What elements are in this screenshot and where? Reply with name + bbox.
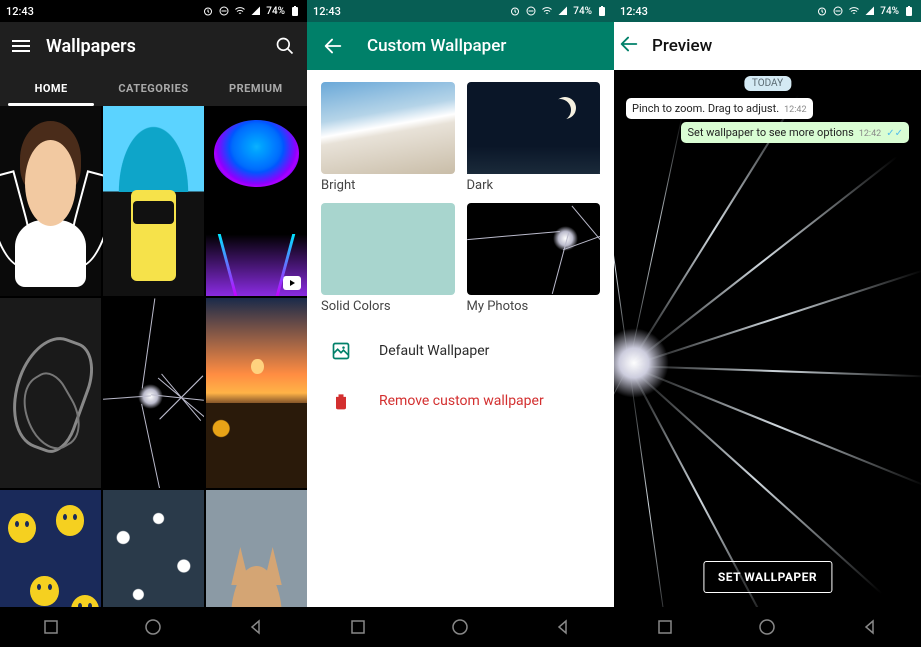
row-label: Default Wallpaper	[379, 343, 489, 359]
option-label: Solid Colors	[321, 299, 455, 314]
video-badge-icon	[283, 276, 301, 290]
wallpaper-thumb[interactable]	[103, 298, 204, 488]
option-label: My Photos	[467, 299, 601, 314]
message-text: Pinch to zoom. Drag to adjust.	[632, 102, 779, 115]
wallpaper-thumb[interactable]	[206, 490, 307, 607]
wallpaper-thumb[interactable]	[103, 106, 204, 296]
status-bar: 12:43 74%	[614, 0, 921, 22]
arrow-left-icon	[618, 33, 640, 55]
trash-icon	[331, 391, 351, 411]
nav-home-button[interactable]	[440, 615, 480, 639]
alarm-icon	[816, 5, 828, 17]
battery-percent: 74%	[573, 6, 592, 17]
nav-recent-button[interactable]	[338, 615, 378, 639]
battery-icon	[903, 5, 915, 17]
chat-bubble-incoming: Pinch to zoom. Drag to adjust. 12:42	[626, 98, 813, 119]
dnd-icon	[832, 5, 844, 17]
wifi-icon	[848, 5, 860, 17]
nav-back-button[interactable]	[236, 615, 276, 639]
nav-bar	[0, 607, 307, 647]
wallpaper-thumb[interactable]	[0, 106, 101, 296]
screen-title: Preview	[652, 36, 712, 56]
wallpaper-thumb[interactable]	[206, 106, 307, 296]
bright-preview	[321, 82, 455, 174]
back-button[interactable]	[618, 33, 640, 59]
status-time: 12:43	[6, 5, 34, 18]
option-label: Bright	[321, 178, 455, 193]
arrow-left-icon	[322, 35, 344, 57]
nav-recent-button[interactable]	[645, 615, 685, 639]
search-icon[interactable]	[275, 36, 295, 56]
tab-bar: HOME CATEGORIES PREMIUM	[0, 70, 307, 106]
status-icons: 74%	[202, 5, 301, 17]
remove-wallpaper-row[interactable]: Remove custom wallpaper	[307, 376, 614, 426]
option-dark[interactable]: Dark	[467, 82, 601, 193]
alarm-icon	[509, 5, 521, 17]
option-label: Dark	[467, 178, 601, 193]
status-time: 12:43	[313, 5, 341, 18]
tab-home[interactable]: HOME	[0, 70, 102, 106]
status-icons: 74%	[816, 5, 915, 17]
solid-preview	[321, 203, 455, 295]
option-bright[interactable]: Bright	[321, 82, 455, 193]
message-time: 12:42	[859, 129, 881, 139]
nav-home-button[interactable]	[133, 615, 173, 639]
status-icons: 74%	[509, 5, 608, 17]
nav-home-button[interactable]	[747, 615, 787, 639]
alarm-icon	[202, 5, 214, 17]
signal-icon	[864, 5, 876, 17]
wallpaper-thumb[interactable]	[0, 490, 101, 607]
default-wallpaper-row[interactable]: Default Wallpaper	[307, 326, 614, 376]
app-title: Wallpapers	[46, 36, 136, 57]
date-pill: TODAY	[744, 76, 791, 91]
dnd-icon	[525, 5, 537, 17]
nav-bar	[307, 607, 614, 647]
app-bar: Wallpapers	[0, 22, 307, 70]
screen-custom-wallpaper: 12:43 74% Custom Wallpaper Bright Dark S…	[307, 0, 614, 647]
message-text: Set wallpaper to see more options	[687, 126, 853, 139]
message-time: 12:42	[784, 105, 806, 115]
nav-bar	[614, 607, 921, 647]
battery-icon	[289, 5, 301, 17]
nav-back-button[interactable]	[850, 615, 890, 639]
tab-categories[interactable]: CATEGORIES	[102, 70, 204, 106]
battery-percent: 74%	[266, 6, 285, 17]
wallpaper-thumb[interactable]	[0, 298, 101, 488]
wallpaper-thumb[interactable]	[206, 298, 307, 488]
wallpaper-thumb[interactable]	[103, 490, 204, 607]
cracked-glass-wallpaper	[614, 70, 921, 607]
status-bar: 12:43 74%	[307, 0, 614, 22]
screen-preview: 12:43 74% Preview	[614, 0, 921, 647]
screen-wallpapers-app: 12:43 74% Wallpapers HOME CATEGORIES PRE…	[0, 0, 307, 647]
wifi-icon	[234, 5, 246, 17]
menu-button[interactable]	[12, 37, 30, 55]
tab-premium[interactable]: PREMIUM	[205, 70, 307, 106]
photos-preview	[467, 203, 601, 295]
status-time: 12:43	[620, 5, 648, 18]
dark-preview	[467, 82, 601, 174]
wallpaper-preview-area[interactable]: TODAY Pinch to zoom. Drag to adjust. 12:…	[614, 70, 921, 607]
back-button[interactable]	[311, 24, 355, 68]
status-bar: 12:43 74%	[0, 0, 307, 22]
option-my-photos[interactable]: My Photos	[467, 203, 601, 314]
signal-icon	[557, 5, 569, 17]
nav-back-button[interactable]	[543, 615, 583, 639]
set-wallpaper-button[interactable]: SET WALLPAPER	[703, 561, 832, 593]
wallpaper-icon	[331, 341, 351, 361]
option-solid-colors[interactable]: Solid Colors	[321, 203, 455, 314]
read-ticks-icon: ✓✓	[886, 129, 903, 139]
app-bar: Preview	[614, 22, 921, 70]
wifi-icon	[541, 5, 553, 17]
chat-bubble-outgoing: Set wallpaper to see more options 12:42 …	[681, 122, 909, 143]
row-label: Remove custom wallpaper	[379, 393, 544, 409]
wallpaper-grid	[0, 106, 307, 607]
battery-icon	[596, 5, 608, 17]
signal-icon	[250, 5, 262, 17]
dnd-icon	[218, 5, 230, 17]
battery-percent: 74%	[880, 6, 899, 17]
nav-recent-button[interactable]	[31, 615, 71, 639]
screen-title: Custom Wallpaper	[367, 36, 506, 56]
wallpaper-source-grid: Bright Dark Solid Colors My Photos	[307, 70, 614, 326]
app-bar: Custom Wallpaper	[307, 22, 614, 70]
